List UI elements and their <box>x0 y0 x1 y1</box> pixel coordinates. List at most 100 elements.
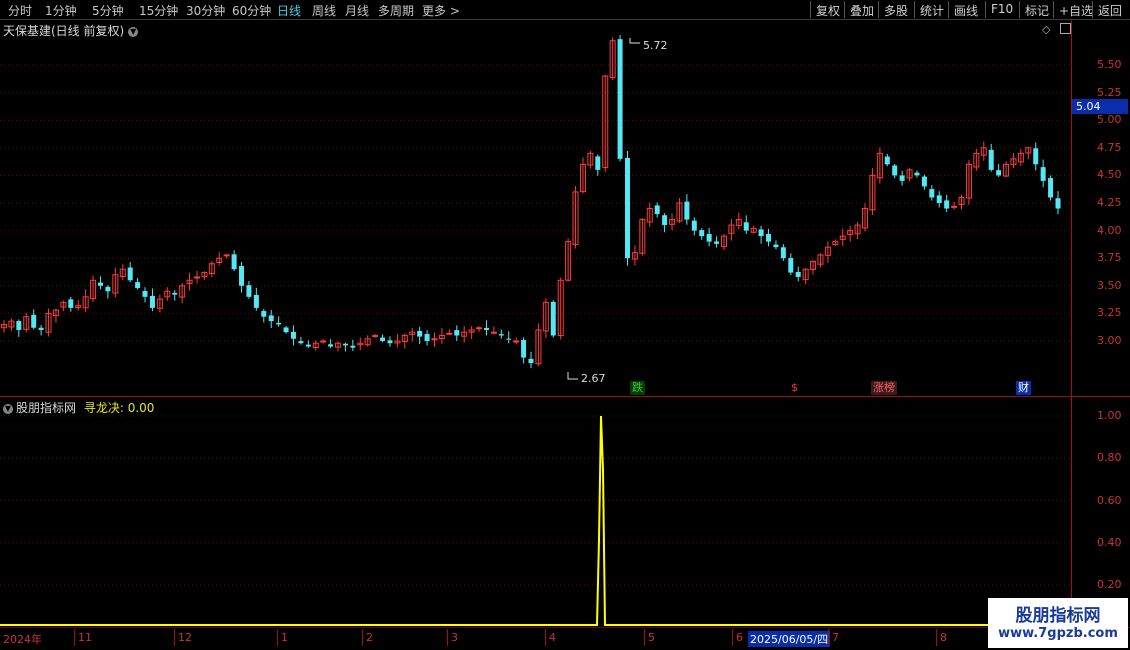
indicator-name: 股朋指标网 <box>16 401 77 415</box>
current-price-tag: 5.04 <box>1072 99 1128 114</box>
time-tick <box>545 629 546 646</box>
candle-body-down <box>706 233 712 242</box>
candle-body-down <box>253 294 259 308</box>
indicator-tick: 0.60 <box>1097 493 1122 507</box>
candle-body-up <box>223 254 230 257</box>
candle-body-up <box>372 334 379 337</box>
candle-body-up <box>951 205 958 208</box>
candle-body-down <box>105 286 111 292</box>
candle-body-down <box>290 331 296 339</box>
candle-body-down <box>1048 178 1054 198</box>
candle-body-up <box>476 327 483 330</box>
candle-body-down <box>921 176 927 187</box>
candle-body-up <box>431 338 438 341</box>
candle-body-down <box>268 315 274 322</box>
price-tick: 3.75 <box>1097 251 1122 265</box>
candle-body-down <box>691 220 697 231</box>
candle-body-down <box>38 327 44 330</box>
candle-body-down <box>595 156 601 170</box>
indicator-header: ▼ 股朋指标网 寻龙决: 0.00 <box>3 399 154 416</box>
candle-body-down <box>528 358 534 364</box>
candle-body-down <box>899 175 905 181</box>
chevron-down-icon[interactable]: ▼ <box>3 403 13 414</box>
candle-body-up <box>193 276 200 279</box>
pane-separator <box>0 396 1130 397</box>
candle-body-down <box>521 339 527 358</box>
candle-body-down <box>929 189 935 198</box>
candle-body-down <box>350 345 356 348</box>
price-tick: 4.75 <box>1097 140 1122 154</box>
price-tick: 3.00 <box>1097 334 1122 347</box>
time-tick <box>732 629 733 646</box>
candle-body-down <box>16 321 22 330</box>
price-tick: 4.00 <box>1097 223 1122 237</box>
time-label: 2 <box>366 631 373 644</box>
candle-body-down <box>387 340 393 344</box>
candle-body-down <box>417 330 423 337</box>
price-tick: 3.25 <box>1097 306 1122 320</box>
candle-body-down <box>483 327 489 330</box>
watermark: 股朋指标网 www.7gpzb.com <box>988 598 1128 648</box>
marker-finance[interactable]: 财 <box>1016 381 1031 395</box>
time-label: 7 <box>832 631 839 644</box>
candle-body-up <box>320 340 327 343</box>
price-axis-line <box>1071 20 1072 396</box>
candle-body-down <box>261 311 267 317</box>
candle-body-down <box>298 341 304 344</box>
time-label: 2025/06/05/四 <box>748 631 831 647</box>
time-label: 8 <box>940 631 947 644</box>
price-tick: 4.50 <box>1097 168 1122 182</box>
candle-body-down <box>743 222 749 231</box>
candle-body-down <box>936 195 942 203</box>
time-label: 6 <box>736 631 743 644</box>
candle-body-down <box>239 265 245 286</box>
time-label: 1 <box>281 631 288 644</box>
candle-body-down <box>342 343 348 346</box>
marker-dollar[interactable]: $ <box>789 381 800 395</box>
candle-body-down <box>246 285 252 297</box>
candle-body-down <box>424 334 430 341</box>
price-tick: 5.50 <box>1097 58 1122 71</box>
candle-body-down <box>944 200 950 209</box>
marker-fall[interactable]: 跌 <box>630 381 645 395</box>
candle-body-down <box>714 241 720 244</box>
marker-limit-up-list[interactable]: 涨榜 <box>871 381 897 395</box>
candle-body-down <box>142 291 148 297</box>
candle-body-up <box>490 331 497 334</box>
xaxis-separator <box>0 627 1130 628</box>
indicator-tick: 0.80 <box>1097 451 1122 465</box>
candle-body-down <box>624 157 630 259</box>
candle-body-down <box>1040 167 1046 181</box>
time-tick <box>362 629 363 646</box>
candle-body-down <box>662 215 668 226</box>
candle-body-down <box>127 267 133 281</box>
kline-chart[interactable]: 5.72 2.67 <box>0 0 1130 650</box>
candle-body-down <box>684 201 690 220</box>
time-label: 4 <box>549 631 556 644</box>
high-pointer <box>629 38 640 44</box>
time-tick <box>74 629 75 646</box>
watermark-title: 股朋指标网 <box>1015 606 1101 626</box>
low-label: 2.67 <box>581 372 606 385</box>
time-label: 2024年 <box>3 633 42 646</box>
candle-body-down <box>988 149 994 170</box>
price-tick: 5.25 <box>1097 85 1122 99</box>
time-tick <box>447 629 448 646</box>
candle-body-down <box>788 258 794 273</box>
time-label: 5 <box>648 631 655 644</box>
price-tick: 4.25 <box>1097 196 1122 209</box>
candle-body-down <box>454 330 460 336</box>
candle-body-up <box>513 340 520 343</box>
low-pointer <box>567 372 578 380</box>
candle-body-down <box>1033 148 1039 165</box>
candle-body-down <box>498 334 504 336</box>
candle-body-down <box>654 205 660 215</box>
indicator-axis-line <box>1071 397 1072 627</box>
candle-body-down <box>795 271 801 277</box>
candle-body-down <box>305 344 311 347</box>
high-label: 5.72 <box>643 39 668 52</box>
candle-body-down <box>283 327 289 333</box>
watermark-url: www.7gpzb.com <box>998 626 1118 641</box>
candle-body-down <box>328 344 334 347</box>
indicator-line <box>0 415 1071 626</box>
